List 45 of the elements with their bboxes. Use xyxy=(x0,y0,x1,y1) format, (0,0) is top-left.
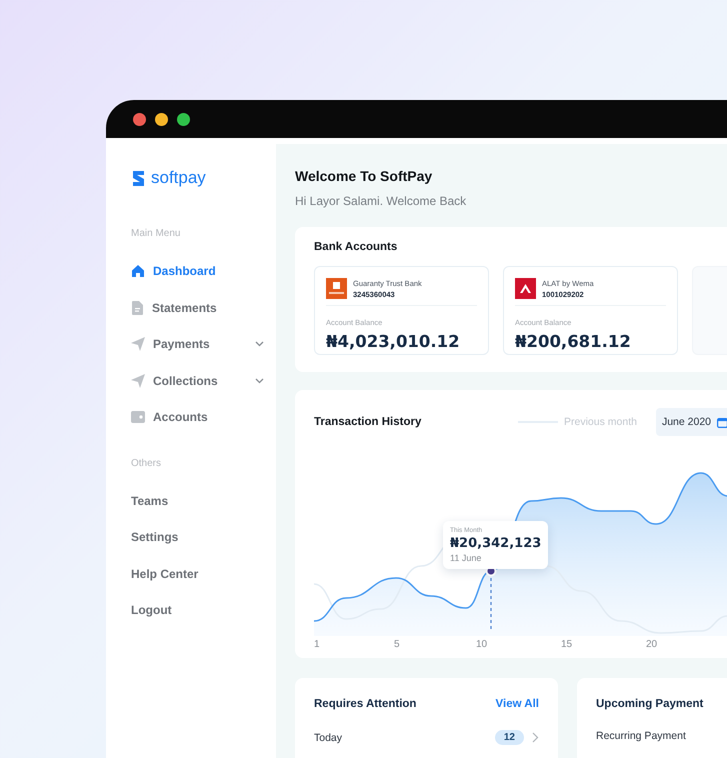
count-badge: 12 xyxy=(494,730,524,745)
section-title: Main Menu xyxy=(131,228,182,239)
view-all-link[interactable]: View All xyxy=(496,698,539,710)
card-title: Transaction History xyxy=(314,416,422,428)
card-title: Bank Accounts xyxy=(314,241,398,253)
sidebar-item[interactable]: Statements xyxy=(131,290,264,326)
row-label: Today xyxy=(314,732,344,744)
tooltip-date: 11 June xyxy=(450,553,482,563)
axis-label: 10 xyxy=(476,639,488,650)
legend-label: Previous month xyxy=(564,416,637,428)
logo-text: softpay xyxy=(151,168,206,188)
document-icon xyxy=(131,300,144,315)
window-control[interactable] xyxy=(155,112,168,126)
card-title: Requires Attention xyxy=(314,698,416,710)
axis-label: 20 xyxy=(646,639,658,650)
axis-label: 1 xyxy=(314,639,321,650)
logo-icon xyxy=(131,170,146,186)
account-balance: ₦4,023,010.12 xyxy=(326,332,461,351)
page-subtitle: Hi Layor Salami. Welcome Back xyxy=(295,194,468,208)
calendar-icon xyxy=(717,416,727,428)
sidebar-item[interactable]: Payments xyxy=(131,326,264,362)
sidebar-item[interactable]: Logout xyxy=(131,592,264,628)
page-title: Welcome To SoftPay xyxy=(295,168,434,184)
row-label: Recurring Payment xyxy=(596,730,687,742)
paper-plane-icon xyxy=(131,374,145,388)
bank-logo xyxy=(515,278,536,299)
card-title: Upcoming Payment xyxy=(596,698,704,710)
sidebar-item[interactable]: Teams xyxy=(131,482,264,519)
sidebar-item[interactable]: Dashboard xyxy=(131,253,264,290)
date-picker[interactable]: June 2020 xyxy=(656,408,727,436)
axis-label: 5 xyxy=(394,639,401,650)
paper-plane-icon xyxy=(131,337,145,352)
axis-label: 15 xyxy=(561,639,574,650)
window-control[interactable] xyxy=(133,112,146,126)
bank-logo xyxy=(326,278,347,299)
home-icon xyxy=(131,264,145,278)
sidebar-item[interactable]: Accounts xyxy=(131,399,264,436)
section-title: Others xyxy=(131,458,162,468)
account-balance: ₦200,681.12 xyxy=(515,332,632,351)
wallet-icon xyxy=(131,411,145,424)
window-control[interactable] xyxy=(177,112,190,126)
sidebar-item[interactable]: Settings xyxy=(131,519,264,556)
sidebar-item[interactable]: Collections xyxy=(131,362,264,399)
sidebar-item[interactable]: Help Center xyxy=(131,556,264,592)
tooltip-value: ₦20,342,123 xyxy=(450,536,542,551)
